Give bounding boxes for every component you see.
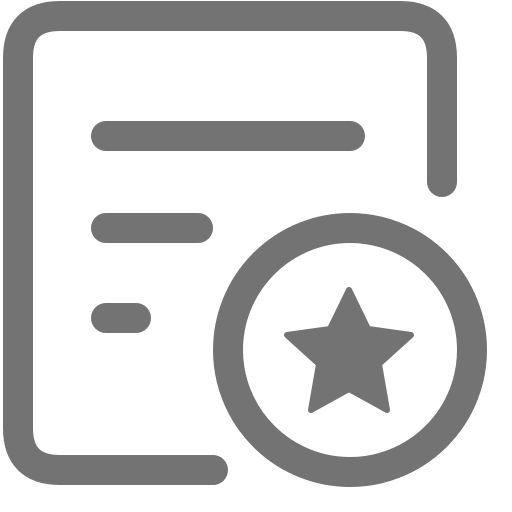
icon-canvas: [0, 0, 512, 512]
document-star-icon: [3, 1, 487, 487]
star-icon: [284, 287, 414, 413]
